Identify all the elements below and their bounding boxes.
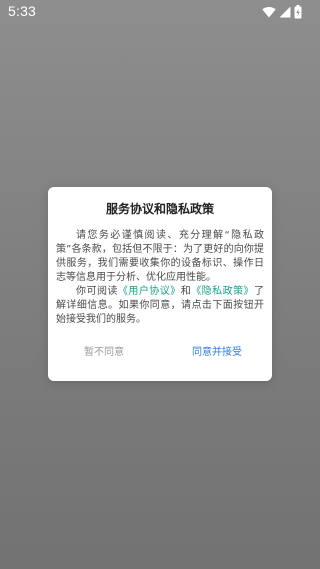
dialog-body: 请您务必谨慎阅读、充分理解“隐私政策”各条款，包括但不限于：为了更好的向你提供服… bbox=[56, 229, 264, 327]
dialog-title: 服务协议和隐私政策 bbox=[105, 202, 214, 216]
dialog-paragraph-1: 请您务必谨慎阅读、充分理解“隐私政策”各条款，包括但不限于：为了更好的向你提供服… bbox=[56, 230, 264, 283]
decline-button[interactable]: 暂不同意 bbox=[84, 343, 124, 363]
user-agreement-link[interactable]: 《用户协议》 bbox=[118, 286, 181, 297]
paragraph-2-and: 和 bbox=[180, 286, 192, 297]
paragraph-2-prefix: 你可阅读 bbox=[76, 286, 118, 297]
status-icons bbox=[262, 5, 302, 19]
accept-button[interactable]: 同意并接受 bbox=[192, 343, 242, 363]
status-time: 5:33 bbox=[8, 3, 37, 19]
dialog-actions: 暂不同意 同意并接受 bbox=[48, 343, 272, 363]
wifi-icon bbox=[262, 6, 276, 18]
battery-icon bbox=[294, 5, 302, 19]
privacy-policy-link[interactable]: 《隐私政策》 bbox=[191, 286, 254, 297]
privacy-dialog: 服务协议和隐私政策 请您务必谨慎阅读、充分理解“隐私政策”各条款，包括但不限于：… bbox=[48, 187, 272, 381]
signal-icon bbox=[279, 6, 291, 18]
dialog-paragraph-2: 你可阅读《用户协议》和《隐私政策》了解详细信息。如果你同意，请点击下面按钮开始接… bbox=[56, 285, 264, 327]
status-bar: 5:33 bbox=[0, 0, 320, 24]
